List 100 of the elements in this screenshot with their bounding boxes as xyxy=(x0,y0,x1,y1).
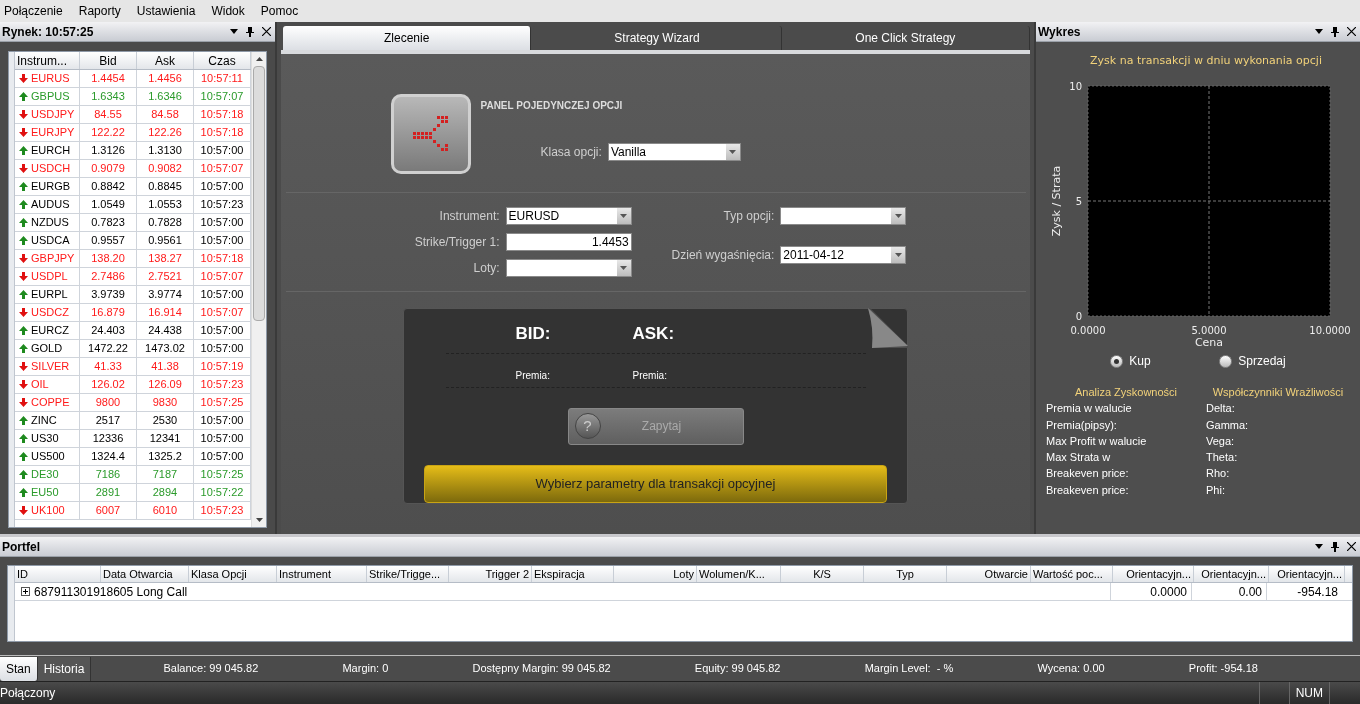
column-header[interactable]: Orientacyjn... xyxy=(1113,566,1194,582)
metric-label: Phi: xyxy=(1206,482,1226,498)
pin-icon[interactable] xyxy=(1331,26,1339,37)
quote-row[interactable]: UK100 6007 6010 10:57:23 xyxy=(15,502,251,520)
menu-item[interactable]: Raporty xyxy=(78,2,121,20)
quote-row[interactable]: EU50 2891 2894 10:57:22 xyxy=(15,484,251,502)
column-header[interactable]: Bid xyxy=(80,52,137,69)
quote-row[interactable]: AUDUS 1.0549 1.0553 10:57:23 xyxy=(15,196,251,214)
metric-label: Delta: xyxy=(1206,401,1236,417)
radio-option[interactable]: Kup xyxy=(1110,352,1151,370)
quote-row[interactable]: USDCH 0.9079 0.9082 10:57:07 xyxy=(15,160,251,178)
table-cell-text: 10:57:00 xyxy=(200,431,244,447)
metric-label: Rho: xyxy=(1206,466,1231,482)
quote-row[interactable]: GOLD 1472.22 1473.02 10:57:00 xyxy=(15,340,251,358)
column-header[interactable]: Data Otwarcia xyxy=(101,566,189,582)
quote-row[interactable]: GBPUS 1.6343 1.6346 10:57:07 xyxy=(15,88,251,106)
quote-row[interactable]: USDPL 2.7486 2.7521 10:57:07 xyxy=(15,268,251,286)
column-header[interactable]: Ask xyxy=(137,52,194,69)
tab[interactable]: Zlecenie xyxy=(283,26,532,50)
instrument-cell-text: EURCZ xyxy=(31,323,69,339)
quote-row[interactable]: US500 1324.4 1325.2 10:57:00 xyxy=(15,448,251,466)
table-cell-text: 10:57:23 xyxy=(200,197,244,213)
y-tick-label: 5 xyxy=(1075,196,1082,207)
dropdown-icon[interactable] xyxy=(230,29,238,34)
column-header[interactable]: Otwarcie xyxy=(947,566,1031,582)
summary-value: Equity: 99 045.82 xyxy=(694,661,781,677)
radio-button[interactable] xyxy=(1219,354,1233,368)
menu-item[interactable]: Widok xyxy=(211,2,245,20)
menu-item[interactable]: Połączenie xyxy=(4,2,63,20)
quote-row[interactable]: EURGB 0.8842 0.8845 10:57:00 xyxy=(15,178,251,196)
column-header[interactable]: Loty xyxy=(614,566,697,582)
quote-row[interactable]: USDCZ 16.879 16.914 10:57:07 xyxy=(15,304,251,322)
strike-input[interactable]: 1.4453 xyxy=(505,233,632,251)
instrument-cell-text: EURCH xyxy=(31,143,71,159)
tab[interactable]: Historia xyxy=(37,656,92,681)
quote-row[interactable]: NZDUS 0.7823 0.7828 10:57:00 xyxy=(15,214,251,232)
column-header[interactable]: Orientacyjn... xyxy=(1194,566,1269,582)
column-header[interactable]: ID xyxy=(15,566,101,582)
quote-row[interactable]: US30 12336 12341 10:57:00 xyxy=(15,430,251,448)
dropdown-field[interactable] xyxy=(780,207,907,225)
dropdown-field[interactable]: Vanilla xyxy=(607,143,741,161)
action-button[interactable]: Wybierz parametry dla transakcji opcyjnej xyxy=(424,465,887,503)
scrollbar[interactable] xyxy=(251,52,266,527)
column-header[interactable]: Trigger 2 xyxy=(449,566,532,582)
quote-row[interactable]: COPPE 9800 9830 10:57:25 xyxy=(15,394,251,412)
radio-button[interactable] xyxy=(1110,354,1124,368)
pin-icon[interactable] xyxy=(1331,541,1339,552)
quote-row[interactable]: EURCH 1.3126 1.3130 10:57:00 xyxy=(15,142,251,160)
quote-row[interactable]: EURJPY 122.22 122.26 10:57:18 xyxy=(15,124,251,142)
column-header[interactable]: Typ xyxy=(864,566,947,582)
column-header[interactable]: Ekspiracja xyxy=(532,566,614,582)
table-cell-text: 1.6346 xyxy=(148,89,182,105)
table-cell-text: 10:57:25 xyxy=(200,467,244,483)
expand-icon[interactable] xyxy=(21,587,30,596)
close-icon[interactable] xyxy=(262,27,271,36)
dropdown-field[interactable]: EURUSD xyxy=(505,207,632,225)
table-cell-text: 10:57:00 xyxy=(200,413,244,429)
column-header[interactable]: Instrument xyxy=(277,566,367,582)
metric-label: Premia w walucie xyxy=(1046,401,1133,417)
scroll-thumb[interactable] xyxy=(253,66,265,321)
dropdown-field[interactable] xyxy=(505,259,632,277)
quote-row[interactable]: ZINC 2517 2530 10:57:00 xyxy=(15,412,251,430)
quote-row[interactable]: USDJPY 84.55 84.58 10:57:18 xyxy=(15,106,251,124)
column-header[interactable]: Instrum... xyxy=(15,52,80,69)
quote-row[interactable]: EURCZ 24.403 24.438 10:57:00 xyxy=(15,322,251,340)
dropdown-field[interactable]: 2011-04-12 xyxy=(780,246,907,264)
column-header[interactable]: Strike/Trigge... xyxy=(367,566,449,582)
radio-option[interactable]: Sprzedaj xyxy=(1219,352,1286,370)
close-icon[interactable] xyxy=(1347,27,1356,36)
dropdown-icon[interactable] xyxy=(1315,544,1323,549)
close-icon[interactable] xyxy=(1347,542,1356,551)
dropdown-icon[interactable] xyxy=(1315,29,1323,34)
column-header[interactable]: Orientacyjn... xyxy=(1269,566,1345,582)
quote-row[interactable]: SILVER 41.33 41.38 10:57:19 xyxy=(15,358,251,376)
menu-item[interactable]: Pomoc xyxy=(260,2,299,20)
instrument-cell-text: COPPE xyxy=(31,395,70,411)
quote-row[interactable]: EURPL 3.9739 3.9774 10:57:00 xyxy=(15,286,251,304)
table-cell-text: 24.438 xyxy=(148,323,182,339)
pin-icon[interactable] xyxy=(246,26,254,37)
instrument-cell-text: UK100 xyxy=(31,503,65,519)
column-header[interactable]: Wartość poc... xyxy=(1031,566,1113,582)
table-cell-text: 9800 xyxy=(95,395,121,411)
tab[interactable]: Stan xyxy=(0,656,38,681)
quote-row[interactable]: USDCA 0.9557 0.9561 10:57:00 xyxy=(15,232,251,250)
table-cell-text: 2891 xyxy=(95,485,121,501)
quote-row[interactable]: GBPJPY 138.20 138.27 10:57:18 xyxy=(15,250,251,268)
quote-row[interactable]: OIL 126.02 126.09 10:57:23 xyxy=(15,376,251,394)
instrument-cell-text: EURPL xyxy=(31,287,68,303)
column-header[interactable]: Wolumen/K... xyxy=(697,566,781,582)
quote-row[interactable]: DE30 7186 7187 10:57:25 xyxy=(15,466,251,484)
scroll-up-icon[interactable] xyxy=(255,57,263,61)
column-header[interactable]: Klasa Opcji xyxy=(189,566,277,582)
quote-row[interactable]: EURUS 1.4454 1.4456 10:57:11 xyxy=(15,70,251,88)
metric-label: Breakeven price: xyxy=(1046,482,1130,498)
scroll-down-icon[interactable] xyxy=(255,518,263,522)
table-cell-text: 12341 xyxy=(149,431,181,447)
menu-item[interactable]: Ustawienia xyxy=(136,2,196,20)
table-cell-text: 2.7521 xyxy=(148,269,182,285)
instrument-cell-text: USDCH xyxy=(31,161,71,177)
column-header[interactable]: K/S xyxy=(781,566,864,582)
